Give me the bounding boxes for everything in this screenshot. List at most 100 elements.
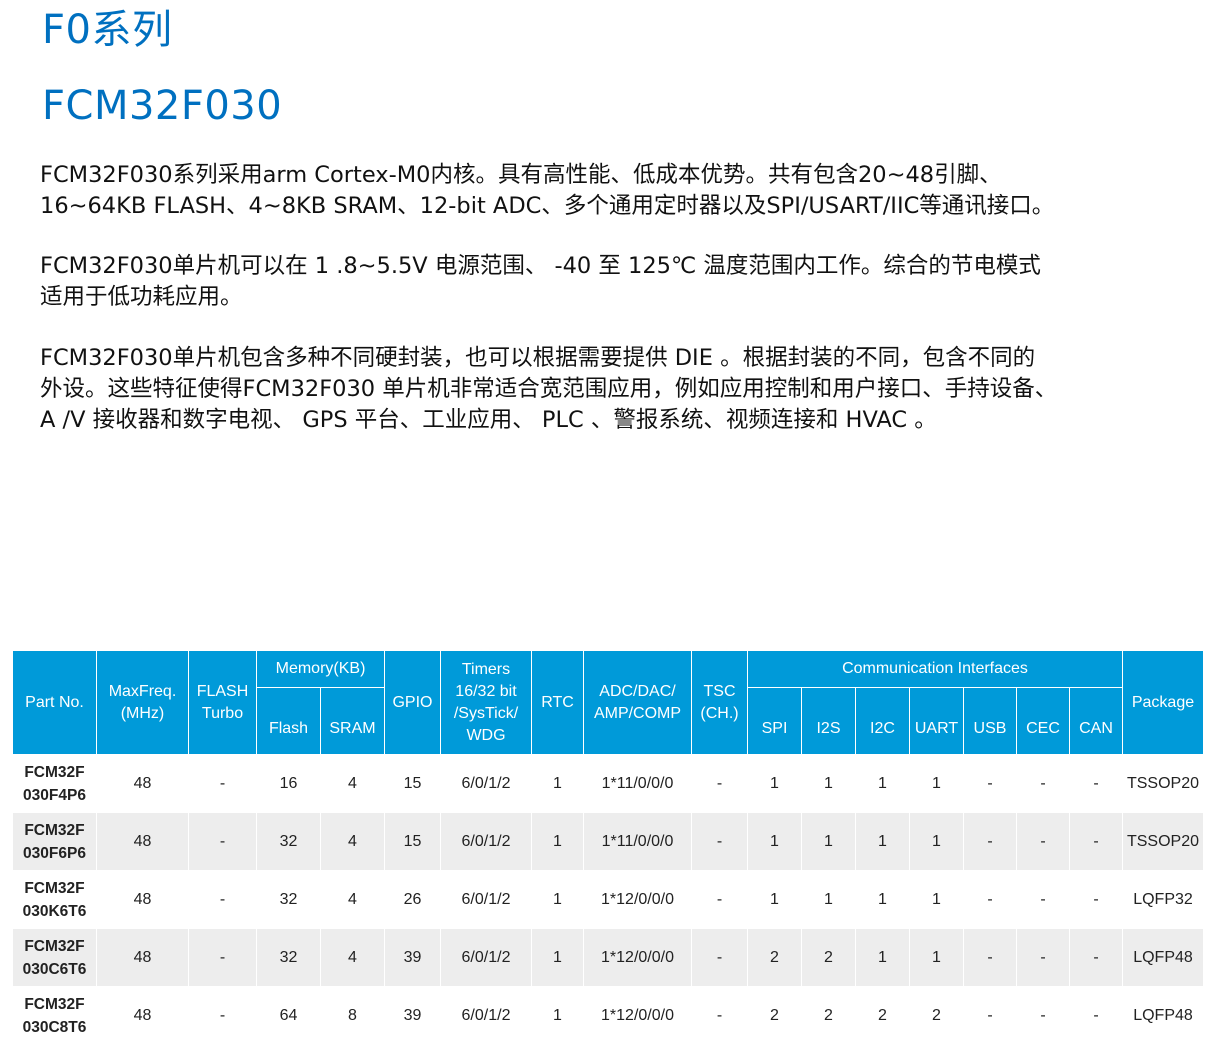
- header-flash-turbo: FLASH Turbo: [188, 650, 257, 755]
- cell-spi: 1: [747, 754, 802, 813]
- cell-part-no: FCM32F 030K6T6: [12, 870, 97, 929]
- table-row: FCM32F 030C8T6 48 - 64 8 39 6/0/1/2 1 1*1…: [12, 986, 1204, 1045]
- cell-flash-turbo: -: [188, 870, 257, 929]
- cell-usb: -: [963, 870, 1017, 929]
- cell-timers: 6/0/1/2: [440, 986, 532, 1045]
- table-row: FCM32F 030K6T6 48 - 32 4 26 6/0/1/2 1 1*1…: [12, 870, 1204, 929]
- table-row: FCM32F 030F4P6 48 - 16 4 15 6/0/1/2 1 1*1…: [12, 754, 1204, 813]
- cell-cec: -: [1016, 986, 1070, 1045]
- header-usb: USB: [963, 687, 1017, 755]
- cell-sram: 4: [320, 870, 385, 929]
- part-no-line1: FCM32F: [24, 879, 85, 897]
- paragraph-line: 外设。这些特征使得FCM32F030 单片机非常适合宽范围应用，例如应用控制和用…: [40, 376, 1058, 402]
- part-no-line1: FCM32F: [24, 995, 85, 1013]
- cell-adc: 1*11/0/0/0: [583, 812, 692, 871]
- header-adc: ADC/DAC/AMP/COMP: [583, 650, 692, 755]
- cell-cec: -: [1016, 928, 1070, 987]
- operating-range-paragraph: FCM32F030单片机可以在 1 .8~5.5V 电源范围、 -40 至 12…: [40, 251, 1210, 313]
- table-row: FCM32F 030F6P6 48 - 32 4 15 6/0/1/2 1 1*1…: [12, 812, 1204, 871]
- part-no-line1: FCM32F: [24, 821, 85, 839]
- cell-flash-turbo: -: [188, 986, 257, 1045]
- header-adc-line1: ADC/DAC/: [599, 682, 676, 700]
- cell-gpio: 26: [384, 870, 441, 929]
- part-no-line2: 030F4P6: [23, 786, 86, 804]
- cell-timers: 6/0/1/2: [440, 928, 532, 987]
- header-uart: UART: [909, 687, 964, 755]
- paragraph-line: 适用于低功耗应用。: [40, 284, 243, 310]
- cell-sram: 4: [320, 754, 385, 813]
- cell-package: TSSOP20: [1122, 812, 1204, 871]
- cell-i2c: 1: [855, 870, 910, 929]
- header-timers: Timers 16/32 bit/SysTick/WDG: [440, 650, 532, 755]
- header-cec: CEC: [1016, 687, 1070, 755]
- header-timers-line2: 16/32 bit: [455, 682, 517, 700]
- header-part-no: Part No.: [12, 650, 97, 755]
- cell-adc: 1*12/0/0/0: [583, 870, 692, 929]
- cell-uart: 1: [909, 812, 964, 871]
- paragraph-line: A /V 接收器和数字电视、 GPS 平台、工业应用、 PLC 、警报系统、视频…: [40, 407, 937, 433]
- paragraph-line: FCM32F030单片机包含多种不同硬封装，也可以根据需要提供 DIE 。根据封…: [40, 345, 1036, 371]
- cell-tsc: -: [691, 928, 748, 987]
- header-comm-interfaces: Communication Interfaces: [747, 650, 1123, 688]
- cell-can: -: [1069, 928, 1123, 987]
- cell-flash-turbo: -: [188, 812, 257, 871]
- cell-i2c: 1: [855, 754, 910, 813]
- cell-i2s: 2: [801, 928, 856, 987]
- cell-maxfreq: 48: [96, 986, 189, 1045]
- header-spi: SPI: [747, 687, 802, 755]
- cell-sram: 4: [320, 812, 385, 871]
- cell-uart: 1: [909, 928, 964, 987]
- cell-cec: -: [1016, 812, 1070, 871]
- cell-can: -: [1069, 754, 1123, 813]
- cell-maxfreq: 48: [96, 870, 189, 929]
- cell-i2s: 2: [801, 986, 856, 1045]
- header-timers-line1: Timers: [461, 660, 511, 678]
- header-i2c: I2C: [855, 687, 910, 755]
- cell-can: -: [1069, 870, 1123, 929]
- cell-flash: 32: [256, 928, 321, 987]
- cell-flash: 32: [256, 812, 321, 871]
- header-can: CAN: [1069, 687, 1123, 755]
- cell-gpio: 39: [384, 986, 441, 1045]
- paragraph-line: 16~64KB FLASH、4~8KB SRAM、12-bit ADC、多个通用…: [40, 193, 1055, 219]
- cell-spi: 2: [747, 986, 802, 1045]
- cell-cec: -: [1016, 870, 1070, 929]
- cell-package: LQFP48: [1122, 986, 1204, 1045]
- cell-cec: -: [1016, 754, 1070, 813]
- cell-tsc: -: [691, 870, 748, 929]
- part-no-line1: FCM32F: [24, 937, 85, 955]
- header-adc-line2: AMP/COMP: [593, 704, 682, 722]
- cell-sram: 8: [320, 986, 385, 1045]
- cell-flash-turbo: -: [188, 928, 257, 987]
- cell-maxfreq: 48: [96, 754, 189, 813]
- header-flash-turbo-line1: FLASH: [196, 682, 249, 700]
- cell-maxfreq: 48: [96, 812, 189, 871]
- product-spec-table: Part No. MaxFreq. (MHz) FLASH Turbo Memory…: [12, 650, 1204, 1045]
- cell-i2s: 1: [801, 754, 856, 813]
- part-no-line2: 030F6P6: [23, 844, 86, 862]
- model-heading: FCM32F030: [42, 83, 283, 129]
- cell-uart: 1: [909, 754, 964, 813]
- part-no-line2: 030K6T6: [22, 902, 87, 920]
- cell-flash-turbo: -: [188, 754, 257, 813]
- cell-usb: -: [963, 986, 1017, 1045]
- cell-usb: -: [963, 812, 1017, 871]
- cell-rtc: 1: [531, 928, 584, 987]
- cell-gpio: 39: [384, 928, 441, 987]
- header-memory: Memory(KB): [256, 650, 385, 688]
- paragraph-line: FCM32F030系列采用arm Cortex-M0内核。具有高性能、低成本优势…: [40, 162, 1002, 188]
- part-no-line2: 030C6T6: [22, 960, 87, 978]
- cell-flash: 64: [256, 986, 321, 1045]
- cell-rtc: 1: [531, 812, 584, 871]
- cell-tsc: -: [691, 754, 748, 813]
- cell-part-no: FCM32F 030C8T6: [12, 986, 97, 1045]
- cell-can: -: [1069, 812, 1123, 871]
- header-i2s: I2S: [801, 687, 856, 755]
- cell-i2s: 1: [801, 812, 856, 871]
- cell-adc: 1*12/0/0/0: [583, 986, 692, 1045]
- cell-gpio: 15: [384, 812, 441, 871]
- cell-rtc: 1: [531, 870, 584, 929]
- header-maxfreq: MaxFreq. (MHz): [96, 650, 189, 755]
- header-timers-line4: WDG: [466, 726, 506, 744]
- cell-timers: 6/0/1/2: [440, 812, 532, 871]
